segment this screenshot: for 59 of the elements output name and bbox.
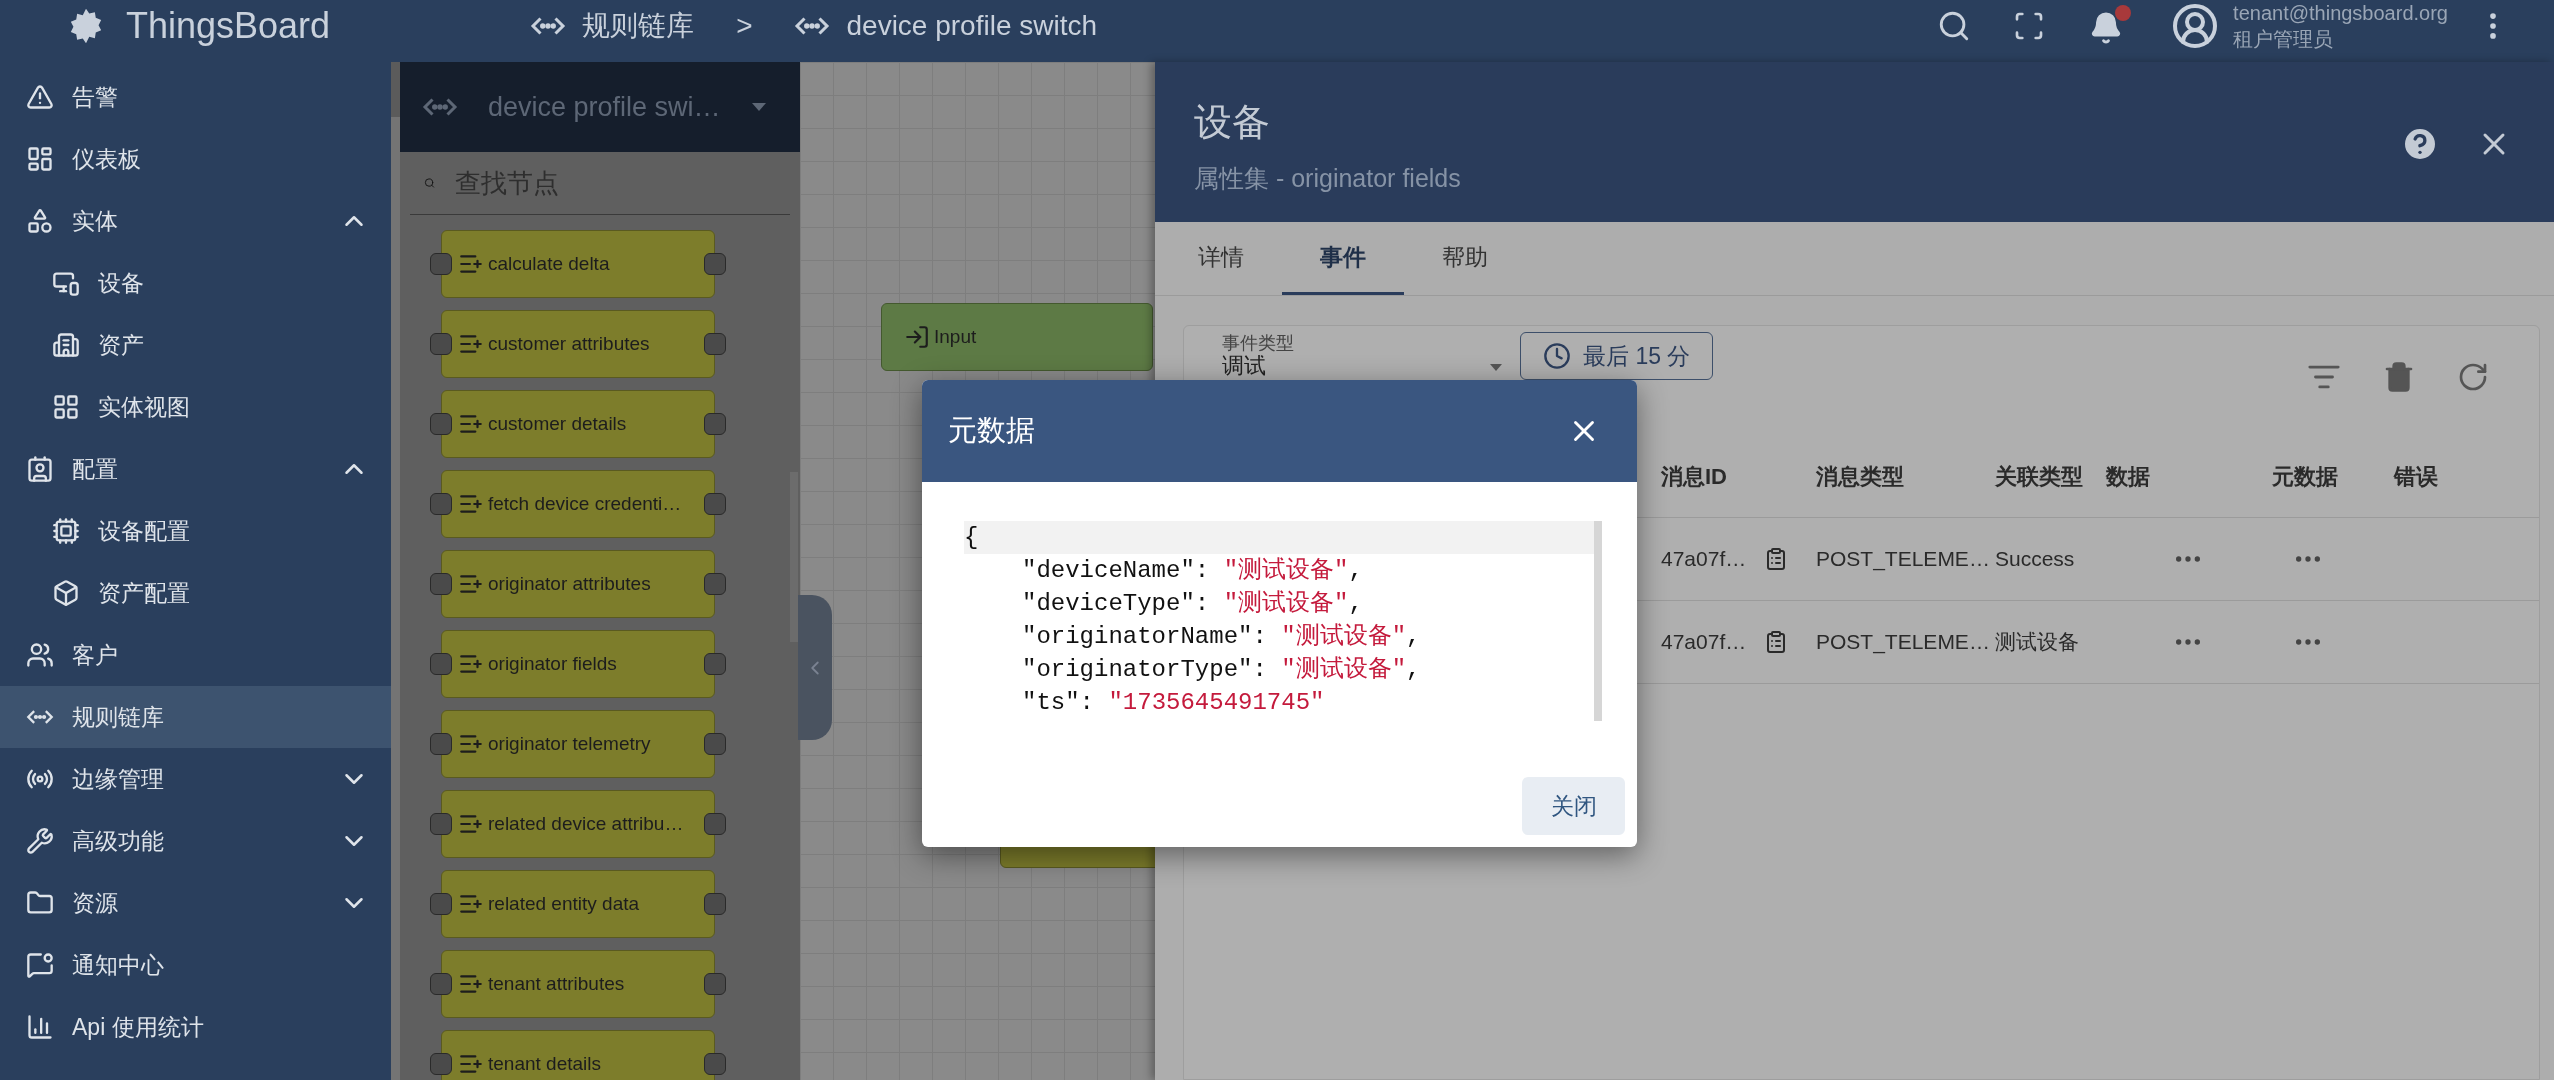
code-line: "originatorName": "测试设备", xyxy=(1021,622,1422,652)
bar-chart-icon xyxy=(26,1013,54,1041)
tab[interactable]: 帮助 xyxy=(1404,222,1526,295)
column-header: 消息ID xyxy=(1661,463,1728,491)
column-header: 数据 xyxy=(2106,463,2151,491)
code-line: "deviceType": "测试设备", xyxy=(1021,589,1364,619)
table-cell-text: POST_TELEME… xyxy=(1816,546,1991,573)
table-cell-text: 测试设备 xyxy=(1995,629,2080,656)
tab[interactable]: 事件 xyxy=(1282,222,1404,295)
box-icon xyxy=(52,579,80,607)
table-cell-text: Success xyxy=(1995,546,2076,573)
code-line: "originatorType": "测试设备", xyxy=(1021,655,1422,685)
sidebar-item[interactable]: 规则链库 xyxy=(0,686,391,748)
code-editor[interactable]: { "deviceName": "测试设备", "deviceType": "测试设备", "originatorName": "测试设备", "originatorType": "测试设备", "ts": "1735645491745" xyxy=(964,521,1602,721)
wrench-icon xyxy=(26,827,54,855)
column-header: 消息类型 xyxy=(1816,463,1905,491)
input-node[interactable]: Input xyxy=(881,303,1153,371)
code-line: "ts": "1735645491745" xyxy=(1021,688,1326,718)
code-line: { xyxy=(964,524,979,551)
delete-icon[interactable] xyxy=(2383,361,2415,393)
dashboard-icon xyxy=(26,145,54,173)
clock-icon xyxy=(1543,342,1571,370)
logo-text: ThingsBoard xyxy=(126,4,331,48)
users-icon xyxy=(26,641,54,669)
collapse-handle[interactable] xyxy=(798,595,832,740)
scrollbar-thumb[interactable] xyxy=(790,472,798,642)
message-icon xyxy=(26,951,54,979)
grid-icon xyxy=(52,393,80,421)
scrollbar[interactable] xyxy=(391,62,400,1080)
caret-icon xyxy=(1490,364,1502,371)
column-header: 错误 xyxy=(2394,463,2439,491)
table-cell-text: POST_TELEME… xyxy=(1816,629,1991,656)
table-cell-text: 47a07f… xyxy=(1661,629,1747,656)
time-window-button[interactable]: 最后 15 分 xyxy=(1520,332,1714,380)
user-email: tenant@thingsboard.org xyxy=(2233,1,2448,26)
building-icon xyxy=(52,331,80,359)
warning-icon xyxy=(26,83,54,111)
chip-icon xyxy=(52,517,80,545)
caret-icon xyxy=(752,103,766,111)
shapes-icon xyxy=(26,207,54,235)
column-header: 关联类型 xyxy=(1995,463,2084,491)
breadcrumb-link[interactable]: 规则链库 xyxy=(582,5,695,47)
dialog-title: 元数据 xyxy=(948,413,1036,449)
table-cell-text: 47a07f… xyxy=(1661,546,1747,573)
breadcrumb-separator: > xyxy=(736,9,753,43)
panel-title: 设备 xyxy=(1194,100,1271,145)
event-type-select[interactable]: 事件类型 调试 xyxy=(1222,332,1512,380)
refresh-icon[interactable] xyxy=(2457,361,2489,393)
input-icon xyxy=(904,324,930,350)
code-line: "deviceName": "测试设备", xyxy=(1021,556,1364,586)
close-button[interactable]: 关闭 xyxy=(1522,777,1625,835)
id-card-icon xyxy=(26,455,54,483)
folder-icon xyxy=(26,889,54,917)
user-role: 租户管理员 xyxy=(2233,27,2335,52)
avatar-icon[interactable] xyxy=(2171,2,2220,50)
breadcrumb-current: device profile switch xyxy=(846,9,1098,43)
column-header: 元数据 xyxy=(2272,463,2339,491)
panel-subtitle: 属性集 - originator fields xyxy=(1194,163,1462,194)
tab[interactable]: 详情 xyxy=(1160,222,1282,295)
